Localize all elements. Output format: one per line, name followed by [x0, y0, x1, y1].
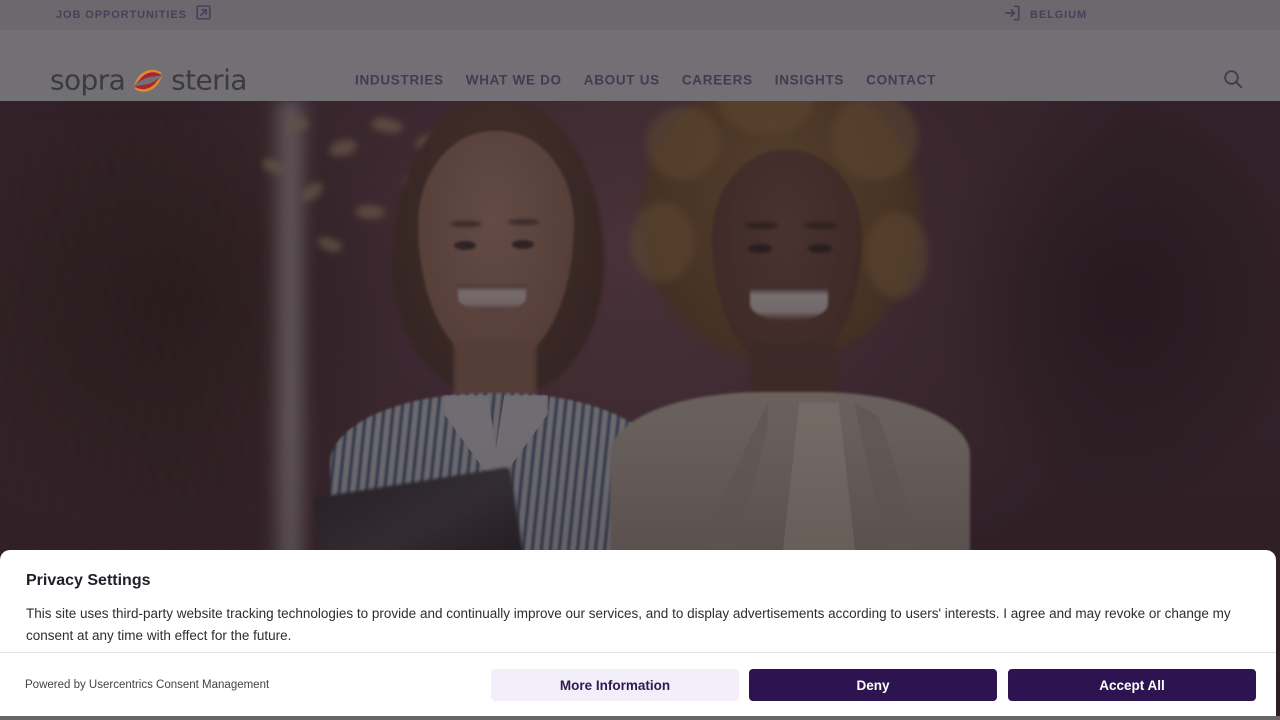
nav-item-industries[interactable]: INDUSTRIES — [355, 73, 444, 88]
logo[interactable]: sopra steria — [50, 64, 247, 97]
accept-all-button[interactable]: Accept All — [1008, 669, 1256, 701]
privacy-banner-title: Privacy Settings — [26, 572, 151, 589]
nav-item-insights[interactable]: INSIGHTS — [775, 73, 844, 88]
external-link-icon — [196, 5, 211, 25]
site-header: sopra steria INDUSTRIES WHAT WE DO ABOUT… — [0, 30, 1280, 101]
job-opportunities-label: JOB OPPORTUNITIES — [56, 9, 187, 21]
nav-item-about-us[interactable]: ABOUT US — [584, 73, 660, 88]
privacy-banner-body: Privacy Settings This site uses third-pa… — [0, 550, 1276, 648]
privacy-banner-footer: Powered by Usercentrics Consent Manageme… — [0, 653, 1276, 717]
primary-nav: INDUSTRIES WHAT WE DO ABOUT US CAREERS I… — [355, 73, 936, 88]
utility-bar: JOB OPPORTUNITIES BELGIUM — [0, 0, 1280, 30]
region-selector[interactable]: BELGIUM — [1004, 4, 1088, 26]
enter-arrow-icon — [1004, 4, 1020, 26]
nav-item-what-we-do[interactable]: WHAT WE DO — [466, 73, 562, 88]
logo-word-left: sopra — [50, 63, 126, 97]
nav-item-contact[interactable]: CONTACT — [866, 73, 936, 88]
sopra-steria-s-mark-icon — [131, 66, 165, 94]
job-opportunities-link[interactable]: JOB OPPORTUNITIES — [56, 5, 211, 25]
viewport-bottom-edge — [0, 716, 1280, 720]
page-root: JOB OPPORTUNITIES BELGIUM sopra steria I… — [0, 0, 1280, 720]
search-icon[interactable] — [1219, 66, 1247, 94]
nav-item-careers[interactable]: CAREERS — [682, 73, 753, 88]
powered-by-label: Powered by Usercentrics Consent Manageme… — [25, 679, 270, 691]
more-information-button[interactable]: More Information — [491, 669, 739, 701]
privacy-banner-text: This site uses third-party website track… — [26, 606, 1231, 644]
logo-word-right: steria — [171, 63, 247, 97]
privacy-settings-banner: Privacy Settings This site uses third-pa… — [0, 550, 1276, 717]
region-label: BELGIUM — [1030, 9, 1088, 21]
deny-button[interactable]: Deny — [749, 669, 997, 701]
